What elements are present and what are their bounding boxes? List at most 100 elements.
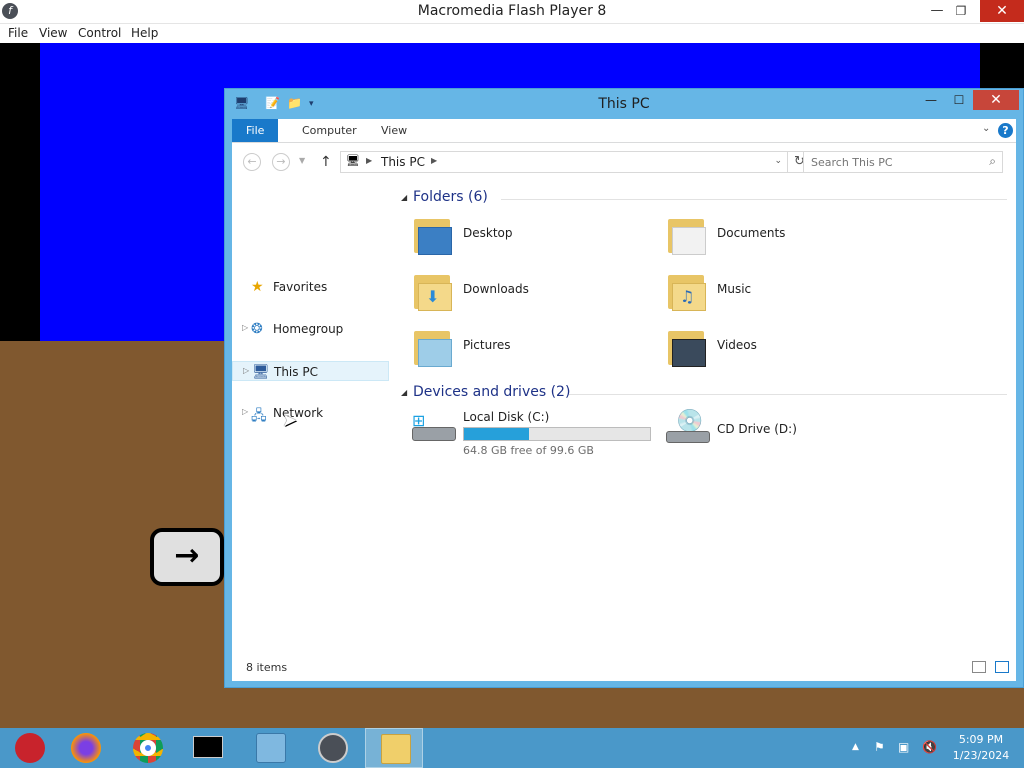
downloads-folder-icon: ⬇ bbox=[412, 269, 454, 311]
drive-local-disk-c[interactable]: ⊞ Local Disk (C:) 64.8 GB free of 99.6 G… bbox=[410, 407, 655, 467]
maximize-button[interactable]: ☐ bbox=[949, 90, 969, 110]
firefox-icon bbox=[71, 733, 101, 763]
ornament-app-button[interactable] bbox=[0, 728, 58, 768]
search-icon[interactable]: ⌕ bbox=[989, 154, 996, 169]
documents-folder-icon bbox=[666, 213, 708, 255]
item-count: 8 items bbox=[246, 661, 288, 674]
sidebar-item-favorites[interactable]: ★ Favorites bbox=[232, 277, 389, 297]
file-explorer-icon bbox=[381, 734, 411, 764]
folder-videos[interactable]: Videos bbox=[666, 323, 906, 373]
navigation-pane: ★ Favorites ▷ ❂ Homegroup ▷ 🖥 This PC ▷ … bbox=[232, 181, 392, 667]
volume-muted-icon[interactable]: 🔇 bbox=[922, 740, 937, 754]
drive-free-space: 64.8 GB free of 99.6 GB bbox=[463, 444, 594, 457]
collapse-icon[interactable]: ◢ bbox=[401, 388, 407, 397]
sidebar-item-label: Network bbox=[273, 406, 324, 420]
cmd-icon bbox=[193, 736, 223, 758]
expand-icon[interactable]: ▷ bbox=[243, 366, 249, 375]
file-explorer-window: 🖥 📝 📁 ▾ This PC — ☐ ✕ File Computer View… bbox=[224, 88, 1024, 688]
sidebar-item-label: This PC bbox=[274, 365, 318, 379]
menu-help[interactable]: Help bbox=[131, 26, 158, 40]
navigation-bar: ← → ▼ ↑ 🖥 ▶ This PC ▶ ⌄ ↻ ⌕ bbox=[232, 143, 1016, 181]
breadcrumb[interactable]: This PC bbox=[381, 155, 425, 169]
computer-icon: 🖥 bbox=[252, 364, 270, 380]
details-view-icon[interactable] bbox=[972, 661, 986, 673]
sidebar-item-homegroup[interactable]: ▷ ❂ Homegroup bbox=[232, 319, 389, 339]
desktop-folder-icon bbox=[412, 213, 454, 255]
group-title: Devices and drives (2) bbox=[413, 384, 571, 400]
explorer-title: This PC bbox=[598, 96, 650, 112]
computer-icon: 🖥 bbox=[346, 154, 360, 167]
menu-file[interactable]: File bbox=[8, 26, 28, 40]
cd-drive-icon: 💿 bbox=[664, 409, 710, 455]
network-status-icon[interactable]: ▣ bbox=[898, 740, 909, 754]
menu-view[interactable]: View bbox=[39, 26, 67, 40]
collapse-icon[interactable]: ◢ bbox=[401, 193, 407, 202]
up-icon[interactable]: ↑ bbox=[320, 154, 332, 170]
homegroup-icon: ❂ bbox=[251, 321, 263, 337]
clock-date: 1/23/2024 bbox=[952, 749, 1010, 762]
recent-locations-icon[interactable]: ▼ bbox=[299, 156, 305, 165]
folder-music[interactable]: ♫ Music bbox=[666, 267, 906, 317]
folder-label: Downloads bbox=[463, 282, 529, 296]
action-center-icon[interactable]: ⚑ bbox=[874, 740, 885, 754]
help-icon[interactable]: ? bbox=[998, 123, 1013, 138]
divider bbox=[501, 199, 1007, 200]
back-icon[interactable]: ← bbox=[243, 153, 261, 171]
menu-control[interactable]: Control bbox=[78, 26, 121, 40]
search-input[interactable] bbox=[804, 152, 979, 172]
folder-desktop[interactable]: Desktop bbox=[412, 211, 652, 261]
restore-button[interactable]: ❐ bbox=[946, 0, 976, 22]
chevron-right-icon[interactable]: ▶ bbox=[366, 156, 372, 165]
divider bbox=[569, 394, 1007, 395]
expand-ribbon-icon[interactable]: ⌄ bbox=[982, 123, 990, 134]
tab-file[interactable]: File bbox=[232, 119, 279, 142]
close-button[interactable]: ✕ bbox=[980, 0, 1024, 22]
chevron-down-icon[interactable]: ⌄ bbox=[774, 156, 782, 166]
next-arrow-button[interactable]: → bbox=[150, 528, 224, 586]
drive-label: CD Drive (D:) bbox=[717, 422, 797, 436]
firefox-button[interactable] bbox=[56, 728, 114, 768]
network-icon: 🖧 bbox=[251, 408, 267, 424]
window-title: Macromedia Flash Player 8 bbox=[417, 3, 607, 19]
flash-menubar: File View Control Help bbox=[0, 24, 1024, 43]
forward-icon[interactable]: → bbox=[272, 153, 290, 171]
cmd-button[interactable] bbox=[179, 728, 237, 768]
star-icon: ★ bbox=[251, 279, 264, 295]
folder-downloads[interactable]: ⬇ Downloads bbox=[412, 267, 652, 317]
sidebar-item-network[interactable]: ▷ 🖧 Network bbox=[232, 403, 389, 424]
folder-documents[interactable]: Documents bbox=[666, 211, 906, 261]
close-button[interactable]: ✕ bbox=[973, 90, 1019, 110]
minimize-button[interactable]: — bbox=[921, 90, 941, 110]
ornament-icon bbox=[15, 733, 45, 763]
sidebar-item-this-pc[interactable]: ▷ 🖥 This PC bbox=[232, 361, 389, 381]
expand-icon[interactable]: ▷ bbox=[242, 323, 248, 332]
search-box[interactable]: ⌕ bbox=[803, 151, 1003, 173]
music-folder-icon: ♫ bbox=[666, 269, 708, 311]
pictures-folder-icon bbox=[412, 325, 454, 367]
drive-cd-d[interactable]: 💿 CD Drive (D:) bbox=[664, 407, 864, 467]
folders-group-header[interactable]: ◢ Folders (6) bbox=[401, 189, 1011, 209]
control-panel-button[interactable] bbox=[241, 728, 299, 768]
chrome-button[interactable] bbox=[118, 728, 176, 768]
folder-pictures[interactable]: Pictures bbox=[412, 323, 652, 373]
usage-bar-fill bbox=[464, 428, 530, 440]
large-icons-view-icon[interactable] bbox=[995, 661, 1009, 673]
control-panel-icon bbox=[256, 733, 286, 763]
taskbar: ▲ ⚑ ▣ 🔇 5:09 PM 1/23/2024 bbox=[0, 728, 1024, 768]
expand-icon[interactable]: ▷ bbox=[242, 407, 248, 416]
show-hidden-icons-icon[interactable]: ▲ bbox=[852, 742, 859, 752]
system-clock[interactable]: 5:09 PM 1/23/2024 bbox=[946, 732, 1016, 764]
flash-player-button[interactable] bbox=[303, 728, 361, 768]
devices-group-header[interactable]: ◢ Devices and drives (2) bbox=[401, 384, 1011, 404]
file-explorer-button[interactable] bbox=[365, 728, 423, 768]
chevron-right-icon[interactable]: ▶ bbox=[431, 156, 437, 165]
tab-computer[interactable]: Computer bbox=[288, 119, 371, 142]
tab-view[interactable]: View bbox=[367, 119, 421, 142]
usage-bar bbox=[463, 427, 651, 441]
folder-label: Desktop bbox=[463, 226, 513, 240]
group-title: Folders (6) bbox=[413, 189, 488, 205]
sidebar-item-label: Favorites bbox=[273, 280, 328, 294]
hard-drive-icon: ⊞ bbox=[410, 411, 456, 455]
mouse-cursor-icon: ➤ bbox=[282, 410, 298, 431]
address-bar[interactable]: 🖥 ▶ This PC ▶ ⌄ bbox=[340, 151, 788, 173]
